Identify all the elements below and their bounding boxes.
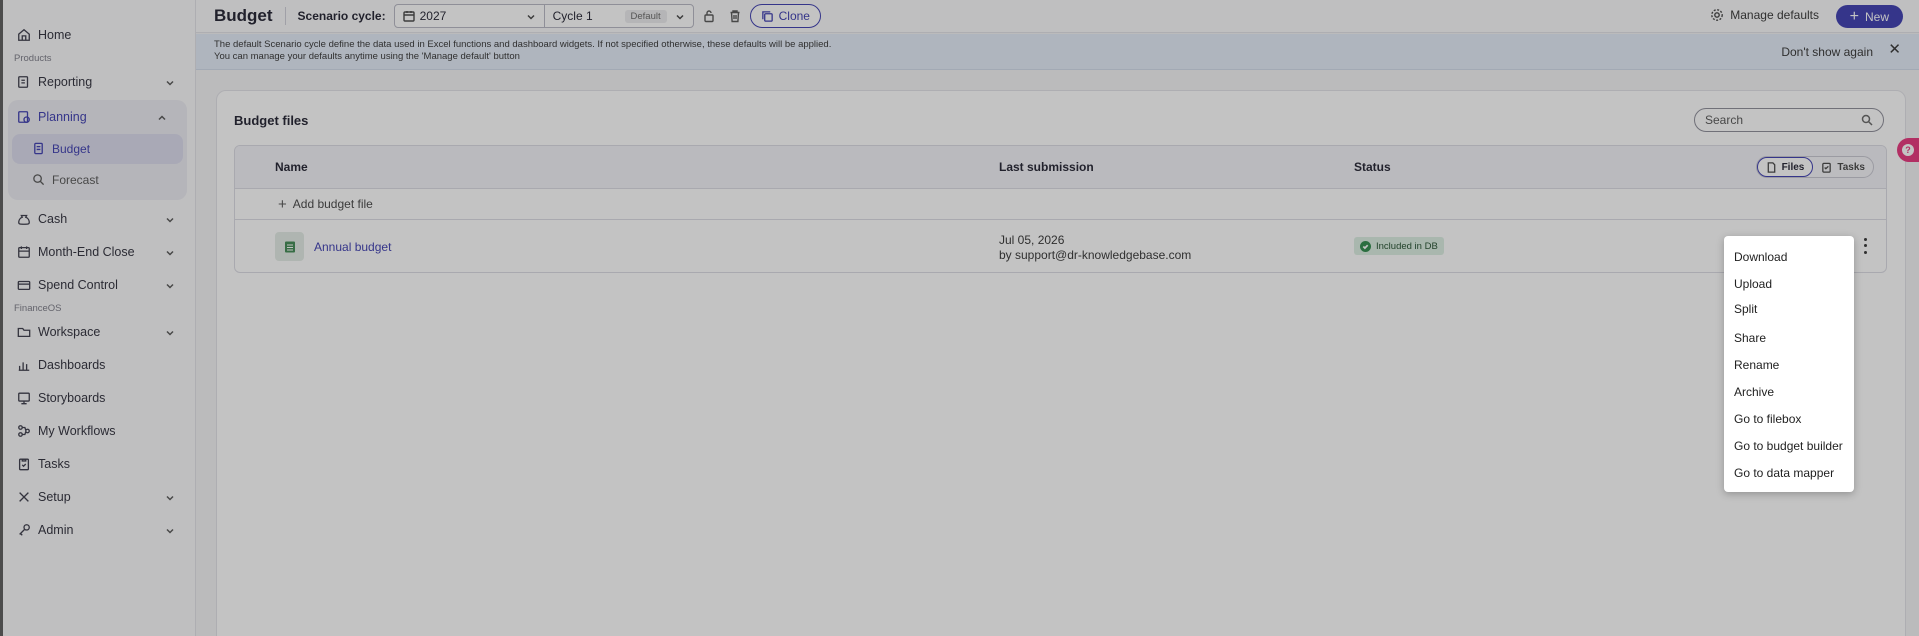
menu-item-rename[interactable]: Rename bbox=[1724, 351, 1854, 378]
menu-item-go-to-budget-builder[interactable]: Go to budget builder bbox=[1724, 432, 1854, 459]
menu-item-download[interactable]: Download bbox=[1724, 243, 1854, 270]
menu-item-go-to-filebox[interactable]: Go to filebox bbox=[1724, 405, 1854, 432]
menu-item-archive[interactable]: Archive bbox=[1724, 378, 1854, 405]
menu-item-split[interactable]: Split bbox=[1724, 291, 1854, 326]
dim-overlay[interactable] bbox=[0, 0, 1919, 636]
menu-item-go-to-data-mapper[interactable]: Go to data mapper bbox=[1724, 459, 1854, 486]
file-context-menu: Download Upload Share Rename Archive Go … bbox=[1724, 236, 1854, 492]
menu-item-share[interactable]: Share bbox=[1724, 324, 1854, 351]
